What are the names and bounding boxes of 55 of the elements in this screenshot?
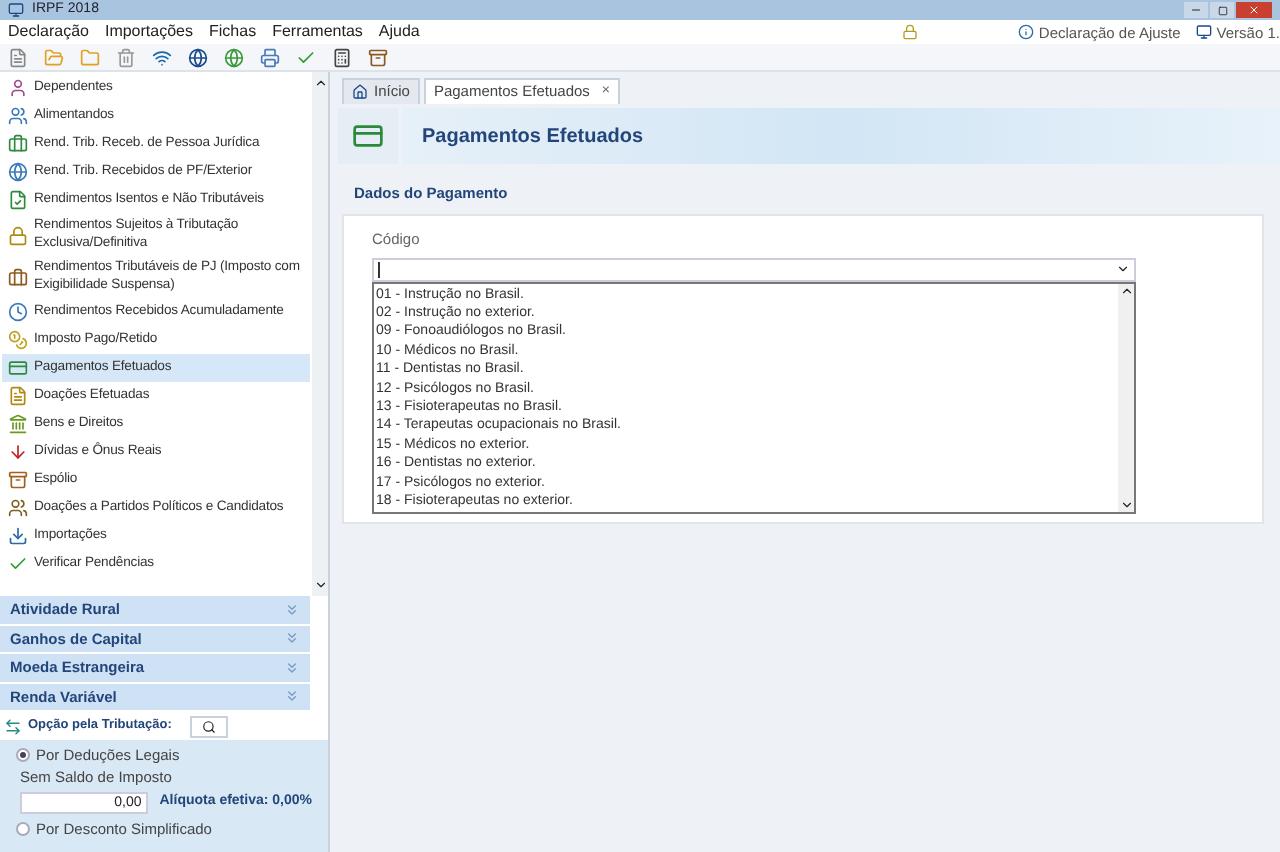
scroll-down-icon[interactable] xyxy=(1119,497,1133,511)
menu-item[interactable]: Fichas xyxy=(201,22,265,42)
sidebar-item-icon xyxy=(8,106,28,126)
sidebar-item-icon xyxy=(8,498,28,518)
menu-item[interactable]: Declaração xyxy=(0,22,97,42)
scroll-up-icon[interactable] xyxy=(1119,283,1133,297)
sidebar-item-icon xyxy=(8,414,28,434)
sidebar-item-icon xyxy=(8,386,28,406)
close-button[interactable] xyxy=(1236,2,1272,18)
maximize-icon xyxy=(1217,5,1227,15)
card-icon xyxy=(352,120,384,152)
expand-icon xyxy=(284,659,300,676)
scroll-up-icon[interactable] xyxy=(313,76,327,90)
app-icon xyxy=(8,2,24,18)
expand-icon xyxy=(284,688,300,705)
toolbar-icon[interactable] xyxy=(188,47,208,67)
toolbar-icon[interactable] xyxy=(152,47,172,67)
sidebar-item-icon xyxy=(8,442,28,462)
sidebar-item-icon xyxy=(8,470,28,490)
sidebar-item-icon xyxy=(8,267,28,287)
sidebar-item-icon xyxy=(8,330,28,350)
radio-button[interactable] xyxy=(16,748,30,763)
expand-icon xyxy=(284,601,300,618)
menu-item[interactable]: Ferramentas xyxy=(264,22,371,42)
minimize-icon xyxy=(1190,4,1202,16)
monitor-icon xyxy=(1196,24,1213,40)
radio-button[interactable] xyxy=(16,821,30,836)
toolbar-icon[interactable] xyxy=(368,47,388,67)
sidebar-item-icon xyxy=(8,78,28,98)
sidebar-item-icon xyxy=(8,190,28,210)
info-icon xyxy=(1018,24,1035,40)
sidebar-item-icon xyxy=(8,134,28,154)
search-button[interactable] xyxy=(189,715,228,737)
toolbar-icon[interactable] xyxy=(332,47,352,67)
menu-item[interactable]: Importações xyxy=(96,22,201,42)
sidebar-item-icon xyxy=(8,162,28,182)
toolbar-icon[interactable] xyxy=(260,47,280,67)
sidebar-item-icon xyxy=(8,225,28,245)
dropdown-scrollbar[interactable] xyxy=(1118,283,1134,511)
lock-icon xyxy=(902,24,919,40)
home-icon xyxy=(352,84,368,100)
sidebar-item-icon xyxy=(8,358,28,378)
search-icon xyxy=(201,719,216,733)
expand-icon xyxy=(284,630,300,647)
page-title: Pagamentos Efetuados xyxy=(422,123,644,151)
sidebar-item-icon xyxy=(8,302,28,322)
maximize-button[interactable] xyxy=(1210,2,1234,18)
scroll-down-icon[interactable] xyxy=(313,578,327,592)
close-icon xyxy=(1248,4,1260,16)
menu-item[interactable]: Ajuda xyxy=(370,22,428,42)
scrollbar[interactable] xyxy=(312,72,328,596)
swap-icon xyxy=(4,717,22,735)
minimize-button[interactable] xyxy=(1184,2,1208,18)
sidebar-item-icon xyxy=(8,554,28,574)
sidebar-item-icon xyxy=(8,526,28,546)
